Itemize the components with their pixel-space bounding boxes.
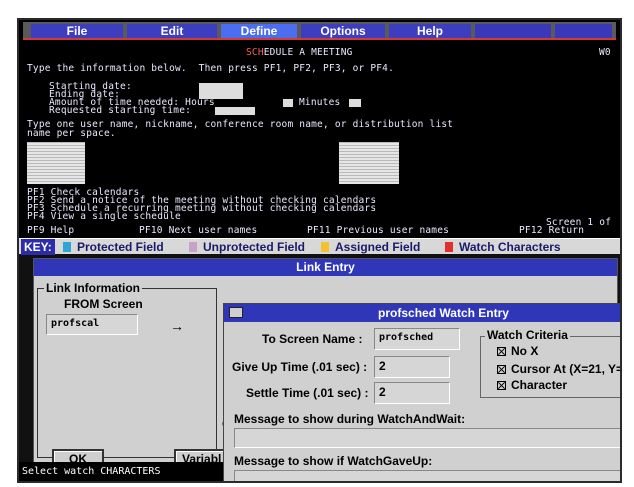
watch-entry-titlebar[interactable]: profsched Watch Entry <box>224 304 620 322</box>
watch-criteria-group: Watch Criteria No X Cursor At (X=21, Y=5… <box>480 328 622 398</box>
menu-options[interactable]: Options <box>301 24 385 38</box>
menu-blank-1 <box>475 24 551 38</box>
link-information-group: Link Information FROM Screen profscal → <box>37 281 217 458</box>
system-menu-box[interactable] <box>229 307 243 318</box>
pf12-line: PF12 Return <box>519 225 585 236</box>
msg-wait-label: Message to show during WatchAndWait: <box>234 412 466 426</box>
pf10-line: PF10 Next user names <box>139 225 258 236</box>
no-x-checkbox[interactable] <box>497 347 506 356</box>
from-screen-label: FROM Screen <box>64 297 143 311</box>
watch-entry-dialog: profsched Watch Entry To Screen Name : p… <box>223 303 622 481</box>
menu-help[interactable]: Help <box>389 24 471 38</box>
names-instruction-2: name per space. <box>27 128 116 139</box>
give-up-time-field[interactable]: 2 <box>374 356 450 378</box>
key-label: KEY: <box>21 239 55 255</box>
watch-characters-key: Watch Characters <box>459 240 561 254</box>
hours-field[interactable] <box>283 99 293 107</box>
pf11-line: PF11 Previous user names <box>307 225 450 236</box>
cursor-at-checkbox[interactable] <box>497 365 506 374</box>
settle-time-label: Settle Time (.01 sec) : <box>246 386 369 400</box>
menu-file[interactable]: File <box>31 24 123 38</box>
terminal-title-watch-chars: SCH <box>246 47 264 58</box>
minutes-field[interactable] <box>349 99 361 107</box>
to-screen-label: To Screen Name : <box>262 332 363 346</box>
link-information-title: Link Information <box>44 281 142 295</box>
unprotected-field-key: Unprotected Field <box>203 240 306 254</box>
menu-define[interactable]: Define <box>221 24 297 38</box>
terminal-instruction: Type the information below. Then press P… <box>27 63 395 74</box>
unprotected-field-swatch <box>189 242 197 252</box>
requested-time-label: Requested starting time: <box>49 105 192 116</box>
pf4-line: PF4 View a single schedule <box>27 211 181 222</box>
assigned-field-swatch <box>321 242 329 252</box>
requested-time-field[interactable] <box>215 107 255 115</box>
menu-blank-2 <box>555 24 612 38</box>
minutes-label: Minutes <box>299 97 341 108</box>
settle-time-field[interactable]: 2 <box>374 382 450 404</box>
pf9-line: PF9 Help <box>27 225 75 236</box>
terminal-corner-id: W0 <box>599 47 611 58</box>
protected-field-swatch <box>63 242 71 252</box>
user-name-field-1[interactable] <box>27 142 85 184</box>
link-entry-titlebar[interactable]: Link Entry <box>34 259 617 276</box>
starting-date-field[interactable] <box>199 83 243 91</box>
msg-wait-field[interactable] <box>234 428 620 448</box>
character-label: Character <box>511 378 568 392</box>
status-bar: Select watch CHARACTERS <box>19 462 229 481</box>
terminal-screen: File Edit Define Options Help SCHEDULE A… <box>19 20 620 238</box>
assigned-field-key: Assigned Field <box>335 240 421 254</box>
link-arrow-icon: → <box>170 318 184 334</box>
msg-gaveup-field[interactable] <box>234 470 620 481</box>
user-name-field-2[interactable] <box>339 142 399 184</box>
key-legend: KEY: Protected Field Unprotected Field A… <box>19 238 620 255</box>
msg-gaveup-label: Message to show if WatchGaveUp: <box>234 454 433 468</box>
terminal-title: SCHEDULE A MEETING <box>246 48 353 58</box>
menu-edit[interactable]: Edit <box>127 24 217 38</box>
from-screen-field[interactable]: profscal <box>46 314 138 335</box>
screen-frame: File Edit Define Options Help SCHEDULE A… <box>17 18 622 483</box>
to-screen-name-field[interactable]: profsched <box>374 328 460 350</box>
watch-entry-title: profsched Watch Entry <box>378 306 509 320</box>
menu-bar: File Edit Define Options Help <box>23 22 616 40</box>
terminal-title-rest: EDULE A MEETING <box>263 47 353 58</box>
no-x-label: No X <box>511 344 539 358</box>
protected-field-key: Protected Field <box>77 240 164 254</box>
watch-characters-swatch <box>445 242 453 252</box>
cursor-at-label: Cursor At (X=21, Y=5) <box>511 362 622 376</box>
give-up-time-label: Give Up Time (.01 sec) : <box>232 360 368 374</box>
link-entry-title: Link Entry <box>296 260 355 274</box>
character-checkbox[interactable] <box>497 381 506 390</box>
watch-criteria-title: Watch Criteria <box>485 328 570 342</box>
